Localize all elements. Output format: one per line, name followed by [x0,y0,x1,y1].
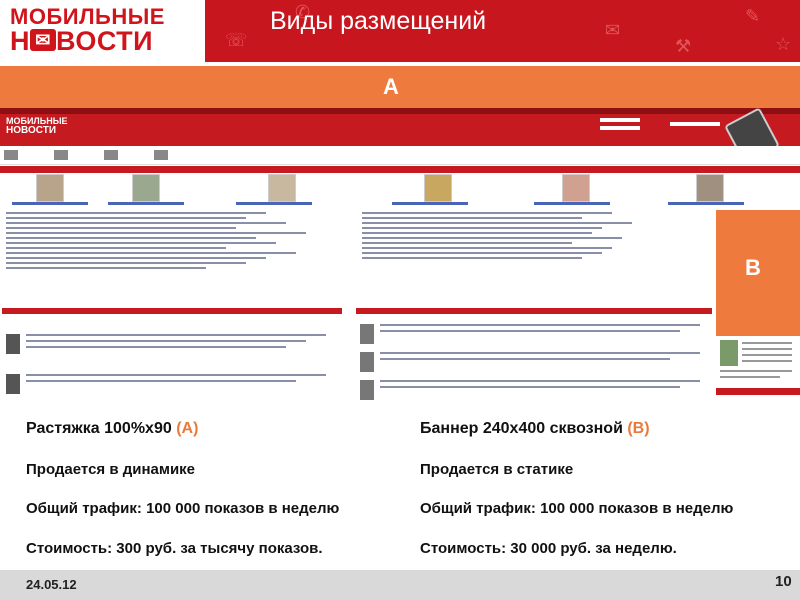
banner-b-image [720,340,738,366]
thumbnail-caption [236,202,312,205]
placement-b-banner: B [716,210,800,398]
site-top-strip [0,108,800,114]
right-sales-mode: Продается в статике [420,461,574,478]
site-news-list-right [362,212,692,262]
site-section-articles [2,308,342,314]
category-icon [54,150,68,160]
site-password-field [600,126,640,130]
left-column-letter: (A) [176,420,199,437]
news-image [360,352,374,372]
placement-a-label: A [383,74,399,99]
thumbnail [36,174,64,202]
site-news-row [358,320,708,346]
thumbnail-caption [12,202,88,205]
site-logo-line2: НОВОСТИ [6,125,57,136]
site-header: МОБИЛЬНЫЕ НОВОСТИ [0,108,800,165]
thumbnail [268,174,296,202]
left-traffic: Общий трафик: 100 000 показов в неделю [26,500,340,517]
slide-title: Виды размещений [270,7,487,35]
site-screenshot: МОБИЛЬНЫЕ НОВОСТИ [0,108,800,404]
left-sales-mode: Продается в динамике [26,461,196,478]
brand-logo: МОБИЛЬНЫЕ Н ✉ ВОСТИ [0,0,205,62]
sms-decor-icon: ✎ [745,6,761,26]
category-icon [154,150,168,160]
right-column-title: Баннер 240x400 сквозной (B) [420,420,650,437]
thumbnail [132,174,160,202]
left-price: Стоимость: 300 руб. за тысячу показов. [26,540,323,557]
right-traffic: Общий трафик: 100 000 показов в неделю [420,500,734,517]
right-price: Стоимость: 30 000 руб. за неделю. [420,540,677,557]
placement-a-stretch: A [0,66,800,108]
thumbnail [696,174,724,202]
thumbnail-caption [108,202,184,205]
thumbnail [424,174,452,202]
logo-letter-rest: ВОСТИ [56,26,154,56]
banner-b-site-content [716,336,800,398]
right-column-letter: (B) [627,420,650,437]
slide-footer: 24.05.12 10 [0,570,800,600]
article-image [6,374,20,394]
thumbnail [562,174,590,202]
category-icon [104,150,118,160]
phone-decor-icon: ☏ [225,30,248,50]
footer-date: 24.05.12 [26,577,77,592]
thumbnail-caption [534,202,610,205]
category-icon [4,150,18,160]
site-login-field [600,118,640,122]
logo-line2: Н ✉ ВОСТИ [10,26,153,57]
thumbnail-caption [668,202,744,205]
left-column-title: Растяжка 100%x90 (A) [26,420,199,437]
placement-b-label: B [745,255,761,280]
site-news-row [358,376,708,402]
logo-letter-n: Н [10,26,30,56]
site-article-row [4,370,344,396]
slide-header: МОБИЛЬНЫЕ Н ✉ ВОСТИ ☏ ✆ ✉ ⚒ ✎ ☆ Виды разме… [0,0,800,62]
page-number: 10 [775,573,792,590]
site-article-row [4,330,344,356]
star-decor-icon: ☆ [775,34,792,54]
site-news-row [358,348,708,374]
site-search-field [670,122,720,126]
site-news-list-left [6,212,336,272]
mail-decor-icon: ✉ [605,20,621,40]
tool-decor-icon: ⚒ [675,36,692,56]
article-image [6,334,20,354]
news-image [360,324,374,344]
logo-badge-icon: ✉ [30,29,56,51]
site-section-news [356,308,712,314]
banner-b-section-bar [716,388,800,395]
thumbnail-caption [392,202,468,205]
site-categories [0,146,800,165]
news-image [360,380,374,400]
site-nav [0,166,800,173]
